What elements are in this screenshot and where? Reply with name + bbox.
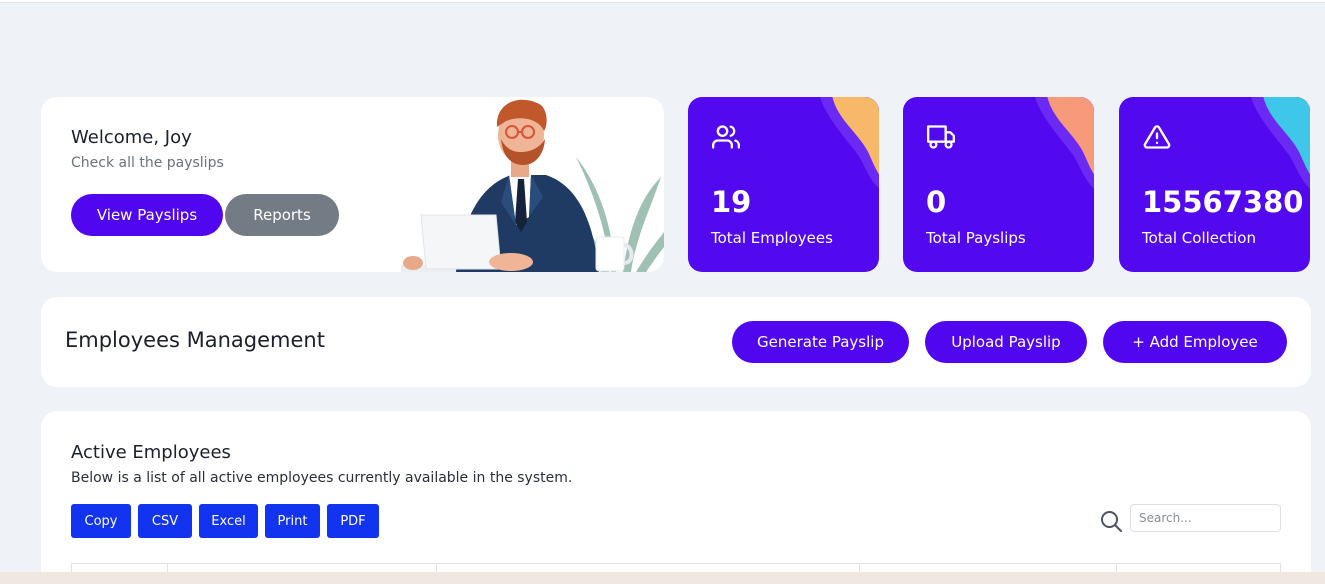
generate-payslip-button[interactable]: Generate Payslip: [732, 321, 909, 363]
accent-blob: [1035, 97, 1094, 189]
section-title: Active Employees: [71, 442, 231, 463]
total-collection-value: 15567380: [1142, 185, 1304, 219]
section-description: Below is a list of all active employees …: [71, 470, 573, 486]
os-taskbar: [0, 572, 1325, 584]
page-title: Employees Management: [65, 328, 325, 352]
welcome-title: Welcome, Joy: [71, 127, 192, 148]
welcome-subtitle: Check all the payslips: [71, 155, 224, 171]
pdf-button[interactable]: PDF: [327, 504, 379, 538]
add-employee-button[interactable]: + Add Employee: [1103, 321, 1287, 363]
print-button[interactable]: Print: [265, 504, 320, 538]
search-icon[interactable]: [1099, 509, 1123, 533]
top-bar: [0, 0, 1325, 3]
search-input[interactable]: [1130, 504, 1281, 532]
upload-payslip-button[interactable]: Upload Payslip: [925, 321, 1087, 363]
stat-card-total-collection: 15567380 Total Collection: [1119, 97, 1310, 272]
alert-triangle-icon: [1143, 125, 1171, 149]
total-employees-label: Total Employees: [711, 229, 833, 247]
users-icon: [712, 125, 740, 149]
excel-button[interactable]: Excel: [199, 504, 258, 538]
welcome-card: Welcome, Joy Check all the payslips View…: [41, 97, 664, 272]
total-payslips-value: 0: [926, 185, 947, 219]
employees-management-card: Employees Management Generate Payslip Up…: [41, 297, 1311, 387]
csv-button[interactable]: CSV: [138, 504, 192, 538]
total-payslips-label: Total Payslips: [926, 229, 1026, 247]
copy-button[interactable]: Copy: [71, 504, 131, 538]
truck-icon: [927, 125, 955, 149]
total-collection-label: Total Collection: [1142, 229, 1256, 247]
businessman-illustration: [401, 99, 664, 272]
stat-card-total-payslips: 0 Total Payslips: [903, 97, 1094, 272]
total-employees-value: 19: [711, 185, 752, 219]
active-employees-card: Active Employees Below is a list of all …: [41, 411, 1311, 584]
reports-button[interactable]: Reports: [225, 194, 339, 236]
view-payslips-button[interactable]: View Payslips: [71, 194, 223, 236]
accent-blob: [820, 97, 879, 189]
stat-card-total-employees: 19 Total Employees: [688, 97, 879, 272]
accent-blob: [1251, 97, 1310, 189]
